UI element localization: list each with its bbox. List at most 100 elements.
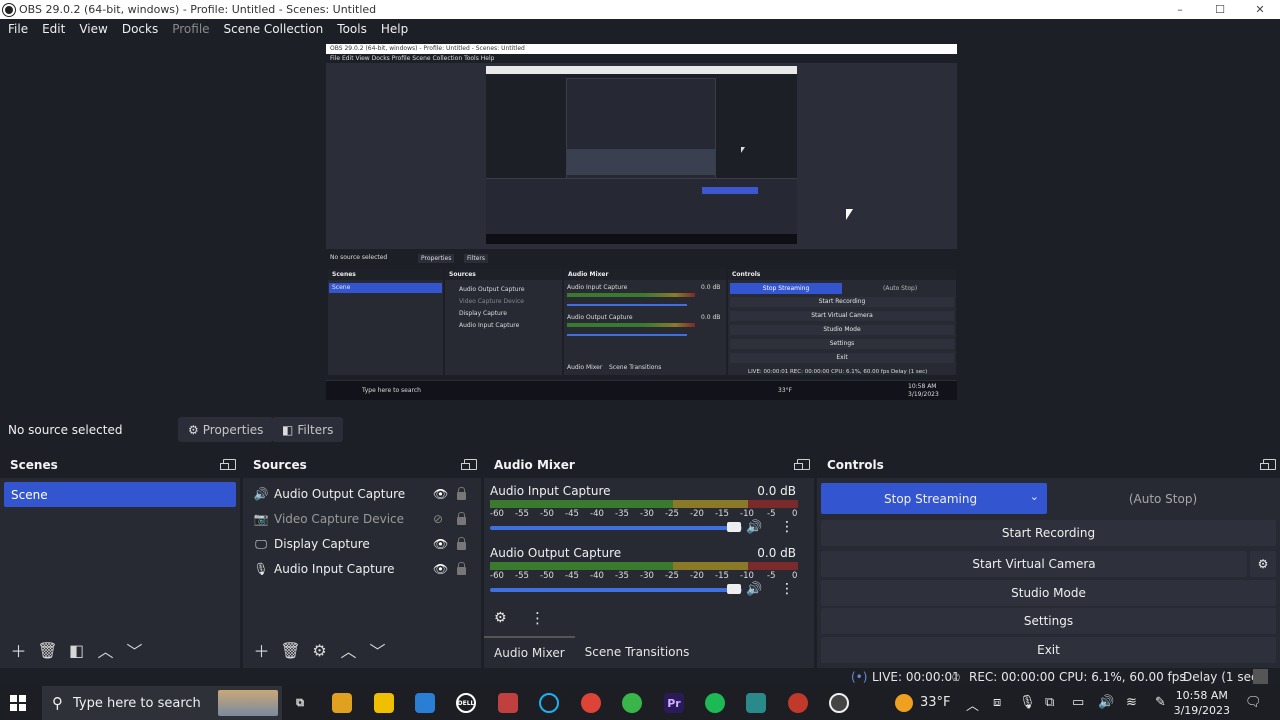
dell-icon[interactable]: DELL bbox=[456, 693, 476, 713]
store-icon[interactable] bbox=[374, 693, 394, 713]
task-view-icon[interactable]: ⧉ bbox=[290, 693, 310, 713]
app-icon[interactable] bbox=[622, 693, 642, 713]
filters-button[interactable]: ◧ Filters bbox=[272, 417, 344, 442]
menu-help[interactable]: Help bbox=[381, 22, 408, 36]
move-source-up-button[interactable]: ︿ bbox=[334, 636, 363, 664]
menu-docks[interactable]: Docks bbox=[122, 22, 158, 36]
virtual-camera-settings-button[interactable]: ⚙ bbox=[1250, 551, 1276, 577]
scenes-dock-header: Scenes bbox=[0, 452, 240, 478]
remove-source-button[interactable]: 🗑 bbox=[276, 636, 305, 664]
eye-icon[interactable]: 👁 bbox=[433, 537, 448, 551]
menu-profile[interactable]: Profile bbox=[172, 22, 209, 36]
taskbar-search[interactable]: ⚲ Type here to search bbox=[42, 686, 282, 720]
file-explorer-icon[interactable] bbox=[332, 693, 352, 713]
premiere-icon[interactable]: Pr bbox=[664, 693, 684, 713]
add-source-button[interactable]: ＋ bbox=[247, 636, 276, 664]
spotify-icon[interactable] bbox=[705, 693, 725, 713]
weather-temp[interactable]: 33°F bbox=[920, 695, 951, 710]
eye-hidden-icon[interactable]: ⊘ bbox=[433, 512, 443, 526]
start-virtual-camera-button[interactable]: Start Virtual Camera bbox=[821, 551, 1247, 577]
menu-tools[interactable]: Tools bbox=[337, 22, 367, 36]
preview-inner-stop-button bbox=[702, 187, 758, 194]
volume-icon[interactable]: 🔊 bbox=[1098, 695, 1114, 710]
remove-scene-button[interactable]: 🗑 bbox=[33, 636, 62, 664]
source-label: Audio Input Capture bbox=[274, 562, 395, 576]
tab-audio-mixer[interactable]: Audio Mixer bbox=[484, 636, 575, 668]
source-item-video-capture[interactable]: 📷 Video Capture Device ⊘ bbox=[253, 508, 473, 530]
undock-icon[interactable] bbox=[1260, 459, 1276, 470]
cortana-icon[interactable] bbox=[539, 693, 559, 713]
lock-icon[interactable] bbox=[457, 487, 466, 500]
taskbar-clock[interactable]: 10:58 AM 3/19/2023 bbox=[1174, 688, 1230, 718]
channel-db: 0.0 dB bbox=[757, 546, 796, 560]
volume-slider-handle[interactable] bbox=[727, 522, 741, 532]
app-icon[interactable] bbox=[498, 693, 518, 713]
maximize-button[interactable]: ☐ bbox=[1200, 0, 1240, 19]
lock-icon[interactable] bbox=[457, 537, 466, 550]
speaker-icon[interactable]: 🔊 bbox=[746, 582, 762, 597]
display-icon[interactable]: ⧉ bbox=[1045, 695, 1054, 710]
move-scene-up-button[interactable]: ︿ bbox=[91, 636, 120, 664]
speaker-icon[interactable]: 🔊 bbox=[746, 520, 762, 535]
program-preview[interactable]: OBS 29.0.2 (64-bit, windows) - Profile: … bbox=[326, 44, 957, 400]
mail-icon[interactable] bbox=[415, 693, 435, 713]
mixer-settings-icon[interactable]: ⚙ bbox=[494, 610, 507, 626]
lock-icon[interactable] bbox=[457, 562, 466, 575]
move-source-down-button[interactable]: ﹀ bbox=[363, 636, 392, 664]
tick-label: -60 bbox=[490, 571, 504, 581]
volume-slider[interactable] bbox=[490, 588, 742, 592]
chevron-up-icon[interactable]: ︿ bbox=[966, 695, 979, 714]
tick-label: -30 bbox=[640, 571, 654, 581]
chevron-up-icon: ︿ bbox=[340, 642, 357, 661]
minimize-button[interactable]: – bbox=[1160, 0, 1200, 19]
properties-button[interactable]: ⚙ Properties bbox=[178, 417, 274, 442]
source-properties-button[interactable]: ⚙ bbox=[305, 636, 334, 664]
volume-slider-handle[interactable] bbox=[727, 584, 741, 594]
undock-icon[interactable] bbox=[461, 459, 477, 470]
source-item-display-capture[interactable]: 🖵 Display Capture 👁 bbox=[253, 533, 473, 555]
settings-button[interactable]: Settings bbox=[821, 608, 1276, 634]
preview-mixer-tab-1: Audio Mixer bbox=[567, 364, 603, 371]
undock-icon[interactable] bbox=[794, 459, 810, 470]
more-options-icon[interactable]: ⋮ bbox=[780, 581, 794, 597]
meet-now-icon[interactable]: ⧈ bbox=[993, 695, 1001, 710]
windows-start-icon[interactable] bbox=[10, 695, 26, 711]
start-recording-button[interactable]: Start Recording bbox=[821, 520, 1276, 546]
obs-icon[interactable] bbox=[829, 693, 849, 713]
move-scene-down-button[interactable]: ﹀ bbox=[120, 636, 149, 664]
menu-edit[interactable]: Edit bbox=[42, 22, 65, 36]
source-item-audio-output[interactable]: 🔊 Audio Output Capture 👁 bbox=[253, 483, 473, 505]
battery-icon[interactable]: ▭ bbox=[1072, 695, 1084, 710]
notifications-icon[interactable]: 🗨 bbox=[1245, 695, 1262, 710]
tab-scene-transitions[interactable]: Scene Transitions bbox=[575, 636, 700, 668]
scene-filters-button[interactable]: ◧ bbox=[62, 636, 91, 664]
mixer-tabs: Audio Mixer Scene Transitions bbox=[484, 636, 699, 668]
volume-slider[interactable] bbox=[490, 526, 742, 530]
undock-icon[interactable] bbox=[220, 459, 236, 470]
scene-item[interactable]: Scene bbox=[4, 482, 236, 507]
add-scene-button[interactable]: ＋ bbox=[4, 636, 33, 664]
app-icon[interactable] bbox=[746, 693, 766, 713]
stop-streaming-button[interactable]: Stop Streaming ⌄ bbox=[821, 483, 1047, 514]
chrome-icon[interactable] bbox=[581, 693, 601, 713]
menu-file[interactable]: File bbox=[8, 22, 28, 36]
preview-mixer-db-1: 0.0 dB bbox=[701, 284, 721, 291]
weather-icon[interactable] bbox=[895, 694, 913, 712]
chevron-down-icon[interactable]: ⌄ bbox=[1030, 490, 1039, 503]
source-item-audio-input[interactable]: 🎙 Audio Input Capture 👁 bbox=[253, 558, 473, 580]
studio-mode-button[interactable]: Studio Mode bbox=[821, 580, 1276, 606]
menu-view[interactable]: View bbox=[79, 22, 107, 36]
exit-button[interactable]: Exit bbox=[821, 637, 1276, 663]
eye-icon[interactable]: 👁 bbox=[433, 562, 448, 576]
wifi-icon[interactable]: ≋ bbox=[1126, 695, 1137, 710]
tick-label: -40 bbox=[590, 509, 604, 519]
eye-icon[interactable]: 👁 bbox=[433, 487, 448, 501]
more-options-icon[interactable]: ⋮ bbox=[780, 519, 794, 535]
mixer-more-icon[interactable]: ⋮ bbox=[530, 609, 545, 627]
menu-scene-collection[interactable]: Scene Collection bbox=[224, 22, 324, 36]
lock-icon[interactable] bbox=[457, 512, 466, 525]
pen-icon[interactable]: ✎ bbox=[1155, 695, 1166, 710]
close-button[interactable]: ✕ bbox=[1240, 0, 1280, 19]
chrome-icon[interactable] bbox=[788, 693, 808, 713]
microphone-icon[interactable]: 🎙 bbox=[1019, 695, 1036, 710]
